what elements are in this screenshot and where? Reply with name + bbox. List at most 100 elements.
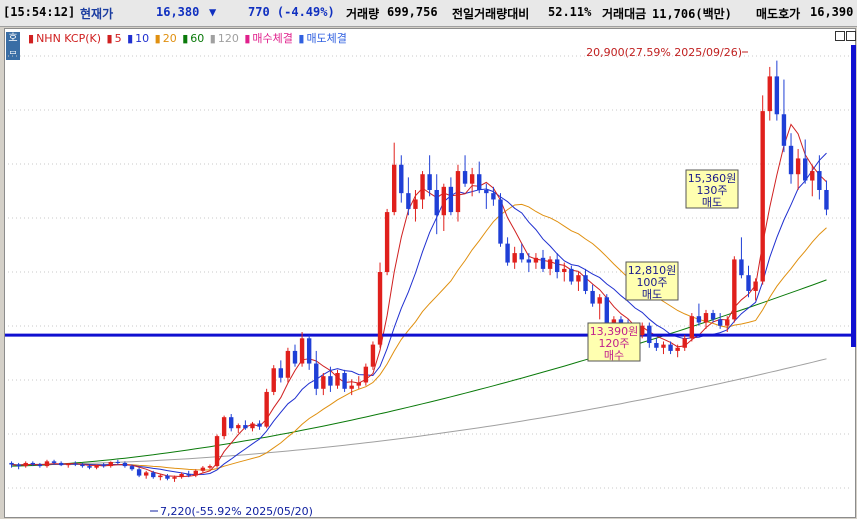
candle-body [73,463,78,465]
candle-body [392,164,397,213]
candle-body [498,199,503,244]
candle-body [186,473,191,476]
candle-body [781,114,787,146]
candle-body [370,344,376,367]
candle-body [668,344,673,351]
candle-body [477,174,482,190]
candle-body [547,259,553,269]
candle-body [229,417,234,429]
candle-body [803,158,808,181]
candle-body [767,76,772,112]
candle-body [23,462,28,467]
candle-body [434,189,439,216]
candle-body [427,174,432,190]
candle-body [129,466,135,470]
candle-body [314,363,319,389]
candle-body [285,350,291,378]
candle-body [420,174,425,200]
candle-body [321,376,326,389]
candle-body [66,463,71,466]
sell-fill-1-side: 매도 [702,196,722,209]
candle-body [717,319,723,326]
candle-body [16,464,21,467]
candle-body [214,436,220,467]
candle-body [533,257,539,263]
candle-body [236,425,241,429]
high-annotation: 20,900(27.59% 2025/09/26) [586,46,742,59]
candle-body [640,325,645,336]
candle-body [512,253,517,263]
candle-body [51,461,57,463]
candle-body [746,275,751,291]
candle-body [179,473,184,478]
candle-body [342,373,347,389]
candle-body [250,423,255,429]
candle-body [363,366,369,383]
candle-body [484,189,489,194]
candle-body [505,243,510,263]
candle-body [257,423,262,427]
candle-body [328,376,333,386]
candle-body [455,171,461,213]
candle-body [604,297,609,323]
buy-fill-1-side: 매수 [604,349,624,362]
candle-body [243,425,248,429]
candle-body [292,350,298,364]
candle-body [221,417,227,437]
candle-body [710,313,716,320]
candle-body [87,466,92,468]
candle-body [349,385,354,389]
candle-body [101,465,106,467]
candle-body [597,297,602,304]
candle-body [37,464,43,467]
candle-body [611,319,617,323]
candle-body [193,470,198,476]
candle-body [739,259,744,276]
candle-body [696,316,702,323]
candle-body [58,462,64,466]
candle-body [817,171,822,190]
candle-body [384,212,390,273]
candle-body [824,189,829,210]
candle-body [278,368,284,378]
candle-body [654,343,659,348]
candle-body [703,313,709,323]
ma120-line [11,358,827,465]
candle-body [80,464,85,467]
candle-body [725,319,730,326]
candle-body [406,193,411,209]
candle-body [108,461,113,467]
candle-body [299,338,305,364]
ma60-line [11,279,827,467]
candle-body [462,171,468,184]
candle-body [356,382,361,386]
price-scale-bar [851,45,856,347]
candle-body [810,171,815,181]
candle-body [661,344,666,348]
candle-body [151,472,156,478]
candle-body [200,467,206,471]
candle-body [760,111,765,282]
candle-body [554,259,560,273]
candle-body [774,76,780,115]
candle-body [788,145,794,175]
candle-body [491,193,496,200]
candle-body [158,475,163,478]
candle-body [583,275,588,291]
candle-body [448,186,454,213]
candle-body [335,373,340,386]
candle-body [795,158,801,175]
candle-body [264,391,269,427]
sell-fill-2-side: 매도 [642,288,662,301]
candle-body [469,174,475,184]
candle-body [675,347,680,351]
candle-body [399,164,404,194]
ma20-line [11,203,827,471]
candle-body [562,268,567,273]
candle-body [441,186,446,216]
candle-body [172,477,177,479]
candle-body [306,338,312,364]
candle-body [115,461,121,463]
candle-body [143,472,149,476]
candle-body [94,465,99,468]
